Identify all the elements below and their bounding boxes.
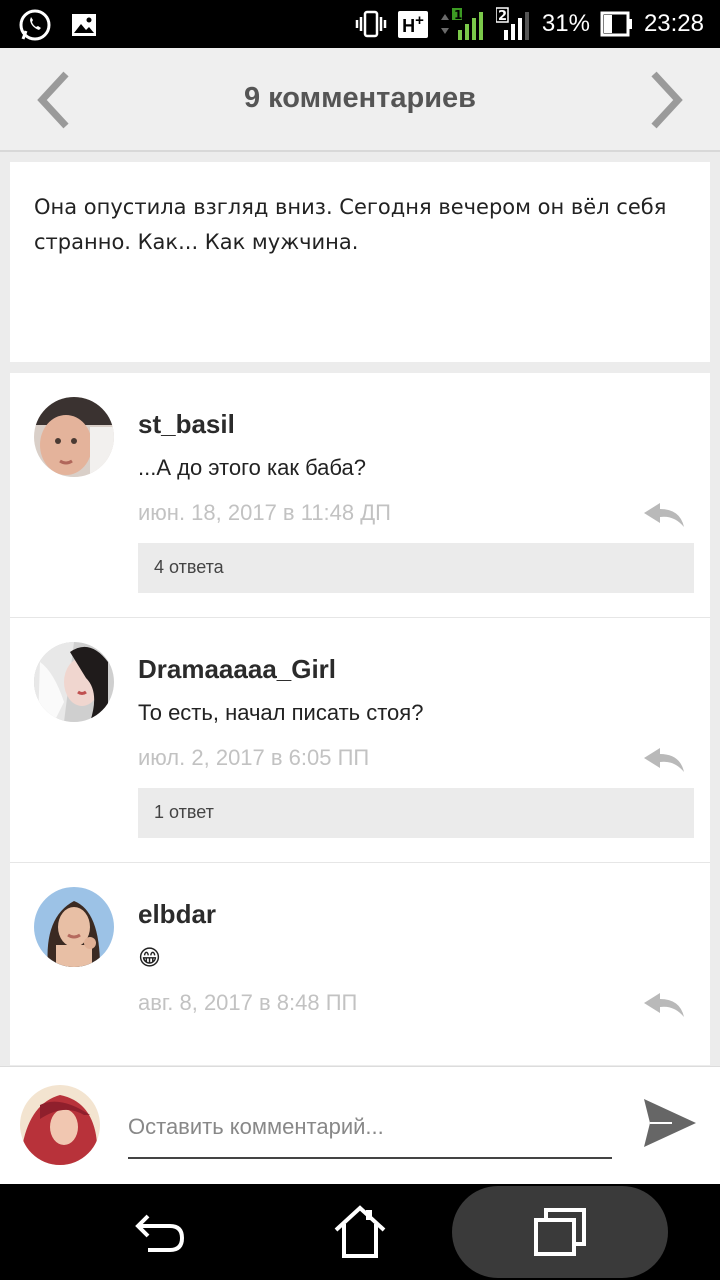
quoted-passage-card: Она опустила взгляд вниз. Сегодня вечеро… [10,162,710,362]
sim2-label: 2 [498,9,507,24]
battery-percent: 31% [541,10,590,37]
comment-author[interactable]: st_basil [138,409,235,440]
comment-composer [0,1066,720,1184]
comment-text: То есть, начал писать стоя? [138,700,424,725]
comment-input[interactable] [128,1105,612,1159]
signal-sim1-icon: 1 [438,6,486,42]
network-type-badge: H+ [398,10,428,38]
network-type: H [402,15,416,36]
comments-header: 9 комментариев [0,48,720,152]
comment-text: 😁 [138,945,161,970]
avatar[interactable] [34,887,114,967]
status-left [18,8,98,42]
clock: 23:28 [643,10,704,37]
replies-button[interactable]: 1 ответ [138,788,694,838]
comment-list[interactable]: st_basil ...А до этого как баба? июн. 18… [10,373,710,1065]
send-icon[interactable] [642,1097,698,1149]
comment-item: st_basil ...А до этого как баба? июн. 18… [10,373,710,618]
comment-author[interactable]: elbdar [138,899,216,930]
replies-button[interactable]: 4 ответа [138,543,694,593]
recent-apps-icon[interactable] [530,1202,590,1262]
back-icon[interactable] [130,1202,190,1262]
avatar[interactable] [34,397,114,477]
status-right: H+ 1 2 31% 23:28 [354,0,704,48]
reply-icon[interactable] [642,501,686,529]
comment-item: elbdar 😁 авг. 8, 2017 в 8:48 ПП [10,863,710,1065]
next-arrow-icon[interactable] [642,70,686,130]
page-title: 9 комментариев [243,82,477,114]
status-bar: H+ 1 2 31% 23:28 [0,0,720,48]
comment-timestamp: авг. 8, 2017 в 8:48 ПП [138,990,358,1015]
comment-timestamp: июл. 2, 2017 в 6:05 ПП [138,745,370,770]
reply-icon[interactable] [642,746,686,774]
network-plus: + [415,11,424,29]
current-user-avatar[interactable] [20,1085,100,1165]
whatsapp-icon [18,8,52,42]
vibrate-icon [354,10,388,38]
comment-item: Dramaaaaa_Girl То есть, начал писать сто… [10,618,710,863]
quoted-passage-text: Она опустила взгляд вниз. Сегодня вечеро… [34,195,667,254]
reply-icon[interactable] [642,991,686,1019]
battery-icon [600,9,634,39]
signal-sim2-icon: 2 [495,6,532,42]
comment-text: ...А до этого как баба? [138,455,366,480]
comment-author[interactable]: Dramaaaaa_Girl [138,654,336,685]
home-icon[interactable] [330,1202,390,1262]
screen: H+ 1 2 31% 23:28 9 комментариев Она опус… [0,0,720,1280]
avatar[interactable] [34,642,114,722]
system-navigation-bar [0,1184,720,1280]
sim1-label: 1 [454,8,462,22]
comment-timestamp: июн. 18, 2017 в 11:48 ДП [138,500,391,525]
gallery-icon [70,11,98,39]
